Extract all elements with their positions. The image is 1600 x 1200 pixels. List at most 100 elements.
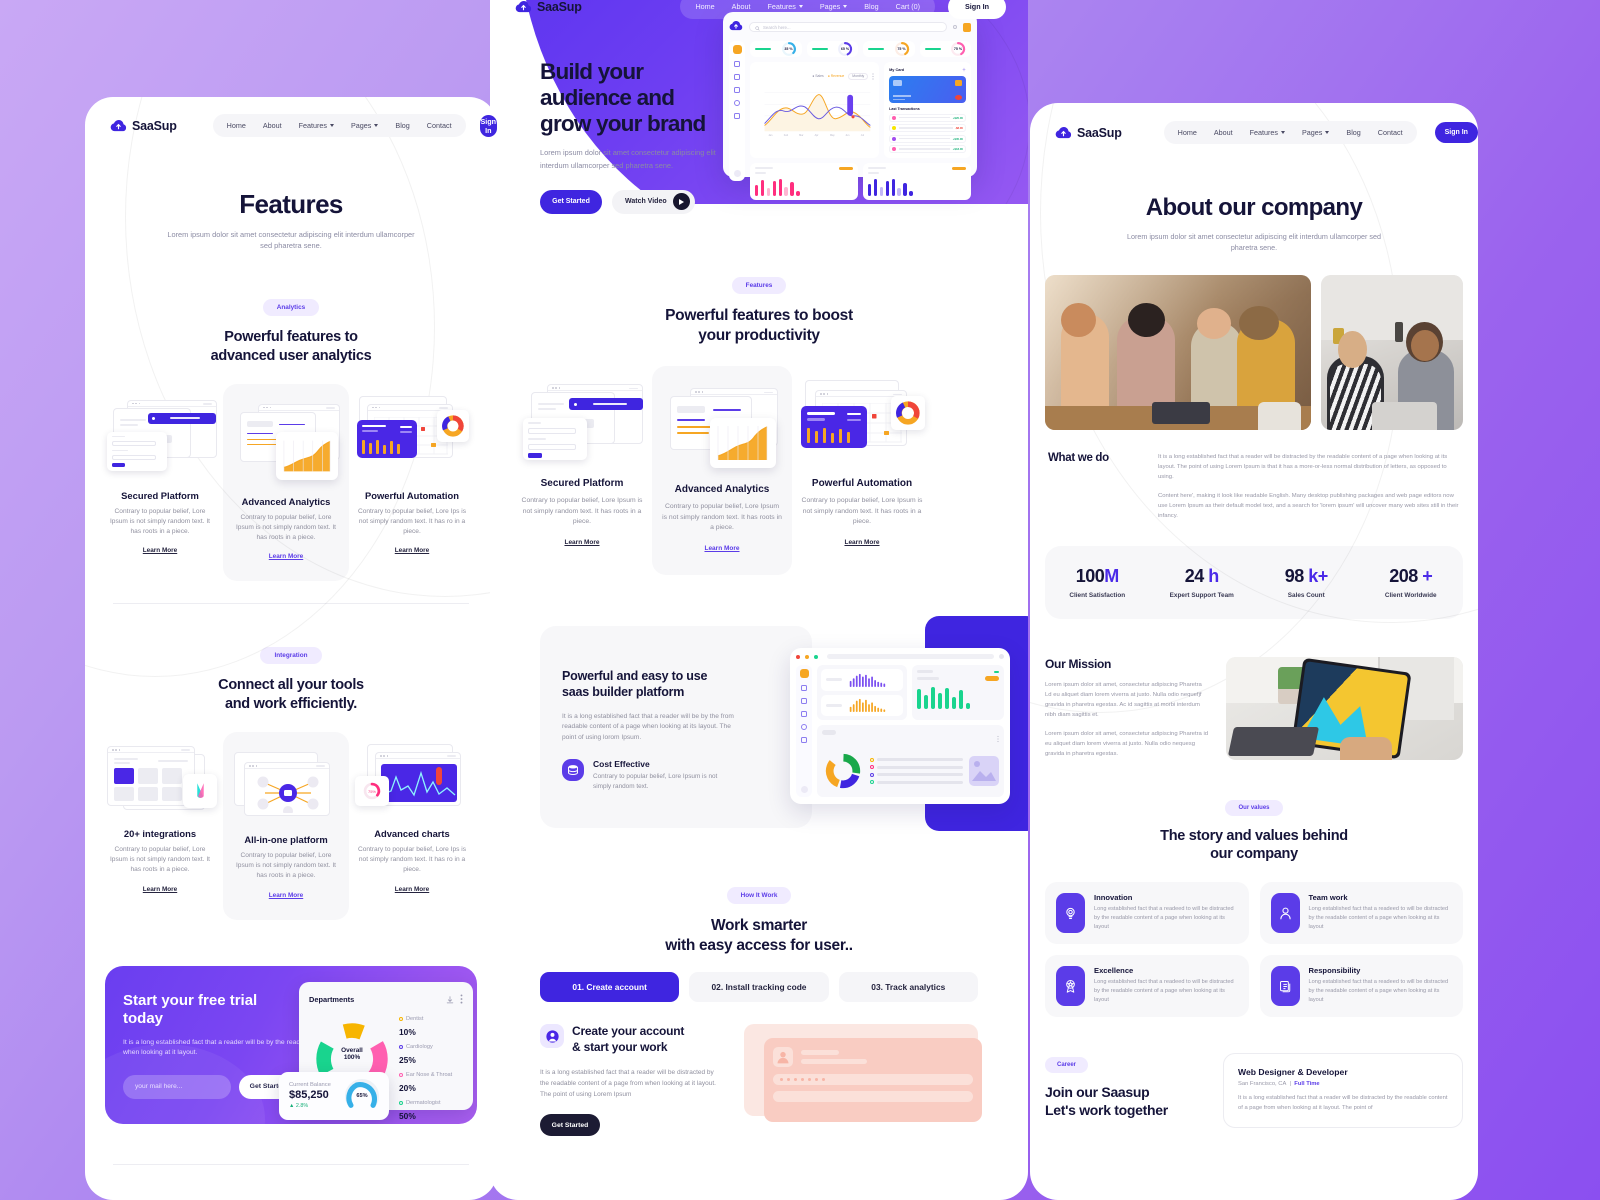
nav-item-about[interactable]: About <box>732 2 751 11</box>
email-input[interactable]: your mail here... <box>123 1074 231 1099</box>
add-icon[interactable]: ＋ <box>962 67 966 73</box>
donut-list-card <box>817 725 1004 797</box>
builder-feature-title: Cost Effective <box>593 759 650 770</box>
nav-item-about[interactable]: About <box>1214 128 1233 137</box>
feature-card[interactable]: 75% Advanced charts Contrary to popular … <box>349 732 475 908</box>
sidebar-icon[interactable] <box>734 74 740 80</box>
search-input[interactable]: Search here... <box>749 22 947 32</box>
secure-login-mockup-icon <box>521 378 643 474</box>
sidebar-icon[interactable] <box>734 61 740 67</box>
value-card[interactable]: Innovation Long established fact that a … <box>1045 882 1249 945</box>
feature-title: Advanced Analytics <box>241 495 331 507</box>
value-card[interactable]: Responsibility Long established fact tha… <box>1259 955 1463 1018</box>
brand-name: SaaSup <box>1077 125 1122 140</box>
feature-card[interactable]: Powerful Automation Contrary to popular … <box>792 366 932 563</box>
get-started-button[interactable]: Get Started <box>540 189 602 214</box>
cloud-upload-icon <box>110 119 127 132</box>
feature-card[interactable]: Advanced Analytics Contrary to popular b… <box>652 366 792 575</box>
learn-more-link[interactable]: Learn More <box>269 553 303 560</box>
step-tab-create-account[interactable]: 01. Create account <box>540 972 680 1003</box>
feature-card[interactable]: Advanced Analytics Contrary to popular b… <box>223 383 349 582</box>
sidebar-icon-logout[interactable] <box>733 170 741 177</box>
feature-card[interactable]: Secured Platform Contrary to popular bel… <box>97 384 223 570</box>
learn-more-link[interactable]: Learn More <box>143 886 177 893</box>
nav-item-contact[interactable]: Contact <box>427 121 452 130</box>
learn-more-link[interactable]: Learn More <box>395 547 429 554</box>
sidebar-icon[interactable] <box>801 711 807 717</box>
feature-desc: Contrary to popular belief, Lore Ips is … <box>357 845 467 874</box>
sidebar-icon[interactable] <box>801 698 807 704</box>
feature-card[interactable]: All-in-one platform Contrary to popular … <box>223 731 349 920</box>
home-page-panel: SaaSup Home About Features Pages Blog Ca… <box>490 0 1028 1200</box>
sidebar-icon[interactable] <box>734 113 740 119</box>
signin-button[interactable]: Sign In <box>479 114 497 137</box>
learn-more-link[interactable]: Learn More <box>395 886 429 893</box>
nav-item-blog[interactable]: Blog <box>864 2 878 11</box>
learn-more-link[interactable]: Learn More <box>143 547 177 554</box>
nav-item-features[interactable]: Features <box>1250 128 1286 137</box>
sidebar-icon[interactable] <box>734 100 740 106</box>
signin-button[interactable]: Sign In <box>948 0 1006 19</box>
secure-login-mockup-icon <box>105 394 217 486</box>
watch-video-button[interactable]: Watch Video <box>612 189 695 214</box>
nav-item-cart[interactable]: Cart (0) <box>896 2 920 11</box>
mission-paragraph-2: Lorem ipsum dolor sit amet, consectetur … <box>1045 730 1209 757</box>
career-heading: Join our Saasup Let's work together <box>1045 1084 1168 1119</box>
sidebar-icon-active[interactable] <box>732 45 742 54</box>
sidebar-icon[interactable] <box>801 724 807 730</box>
value-card[interactable]: Team work Long established fact that a r… <box>1259 882 1463 945</box>
nav-item-pages[interactable]: Pages <box>1302 128 1330 137</box>
section-badge: Career <box>1045 1057 1089 1074</box>
brand-logo[interactable]: SaaSup <box>110 119 177 133</box>
avatar[interactable] <box>963 22 971 32</box>
feature-title: Powerful Automation <box>365 489 459 501</box>
feature-card[interactable]: 20+ integrations Contrary to popular bel… <box>97 732 223 908</box>
balance-value: $85,250 <box>289 1089 329 1102</box>
brand-logo[interactable]: SaaSup <box>515 0 582 14</box>
nav-item-home[interactable]: Home <box>227 121 246 130</box>
more-options-icon[interactable] <box>872 67 874 85</box>
balance-delta: ▲ 2.8% <box>289 1103 309 1110</box>
nav-item-home[interactable]: Home <box>1178 128 1197 137</box>
nav-item-features[interactable]: Features <box>299 121 335 130</box>
feature-card[interactable]: Secured Platform Contrary to popular bel… <box>512 366 652 563</box>
nav-item-pages[interactable]: Pages <box>820 2 848 11</box>
my-card-panel: My Card ＋ Last Transactions +$20.00 -$8.0… <box>884 62 971 158</box>
learn-more-link[interactable]: Learn More <box>564 539 599 546</box>
chevron-down-icon <box>374 124 379 127</box>
hero-dashboard-mockup: Search here... 35 % 65 % 75 % 75 % ● Sal… <box>723 12 977 201</box>
navbar: SaaSup Home About Features Pages Blog Ca… <box>515 0 1006 19</box>
feature-title: Secured Platform <box>121 489 199 501</box>
more-options-icon[interactable] <box>460 991 463 1009</box>
learn-more-link[interactable]: Learn More <box>704 545 739 552</box>
learn-more-link[interactable]: Learn More <box>844 539 879 546</box>
sidebar-icon[interactable] <box>801 685 807 691</box>
step-tab-track-analytics[interactable]: 03. Track analytics <box>838 972 978 1003</box>
sidebar-icon[interactable] <box>734 87 740 93</box>
nav-item-blog[interactable]: Blog <box>395 121 409 130</box>
donut-legend: Dentist 10% Cardiology 25% Ear Nose & Thro… <box>399 1015 453 1121</box>
get-started-button[interactable]: Get Started <box>540 1114 600 1137</box>
nav-item-blog[interactable]: Blog <box>1346 128 1360 137</box>
more-options-icon[interactable] <box>997 730 999 748</box>
job-card[interactable]: Web Designer & Developer San Francisco, … <box>1223 1053 1463 1128</box>
job-title: Web Designer & Developer <box>1238 1067 1348 1078</box>
sidebar-icon-logout[interactable] <box>800 786 808 793</box>
nav-item-contact[interactable]: Contact <box>1378 128 1403 137</box>
signin-button[interactable]: Sign In <box>1434 122 1478 143</box>
kpi-card: 65 % <box>806 41 858 57</box>
feature-card[interactable]: Powerful Automation Contrary to popular … <box>349 384 475 570</box>
download-icon[interactable] <box>446 991 454 1009</box>
step-tab-install-tracking-code[interactable]: 02. Install tracking code <box>689 972 829 1003</box>
brand-logo[interactable]: SaaSup <box>1055 126 1122 140</box>
chevron-down-icon <box>330 124 335 127</box>
nav-item-features[interactable]: Features <box>767 2 803 11</box>
value-card[interactable]: Excellence Long established fact that a … <box>1045 955 1249 1018</box>
sidebar-icon[interactable] <box>801 737 807 743</box>
settings-icon[interactable] <box>953 25 957 29</box>
learn-more-link[interactable]: Learn More <box>269 892 303 899</box>
sidebar-icon-active[interactable] <box>799 669 809 678</box>
nav-item-home[interactable]: Home <box>695 2 714 11</box>
nav-item-about[interactable]: About <box>263 121 282 130</box>
nav-item-pages[interactable]: Pages <box>351 121 379 130</box>
